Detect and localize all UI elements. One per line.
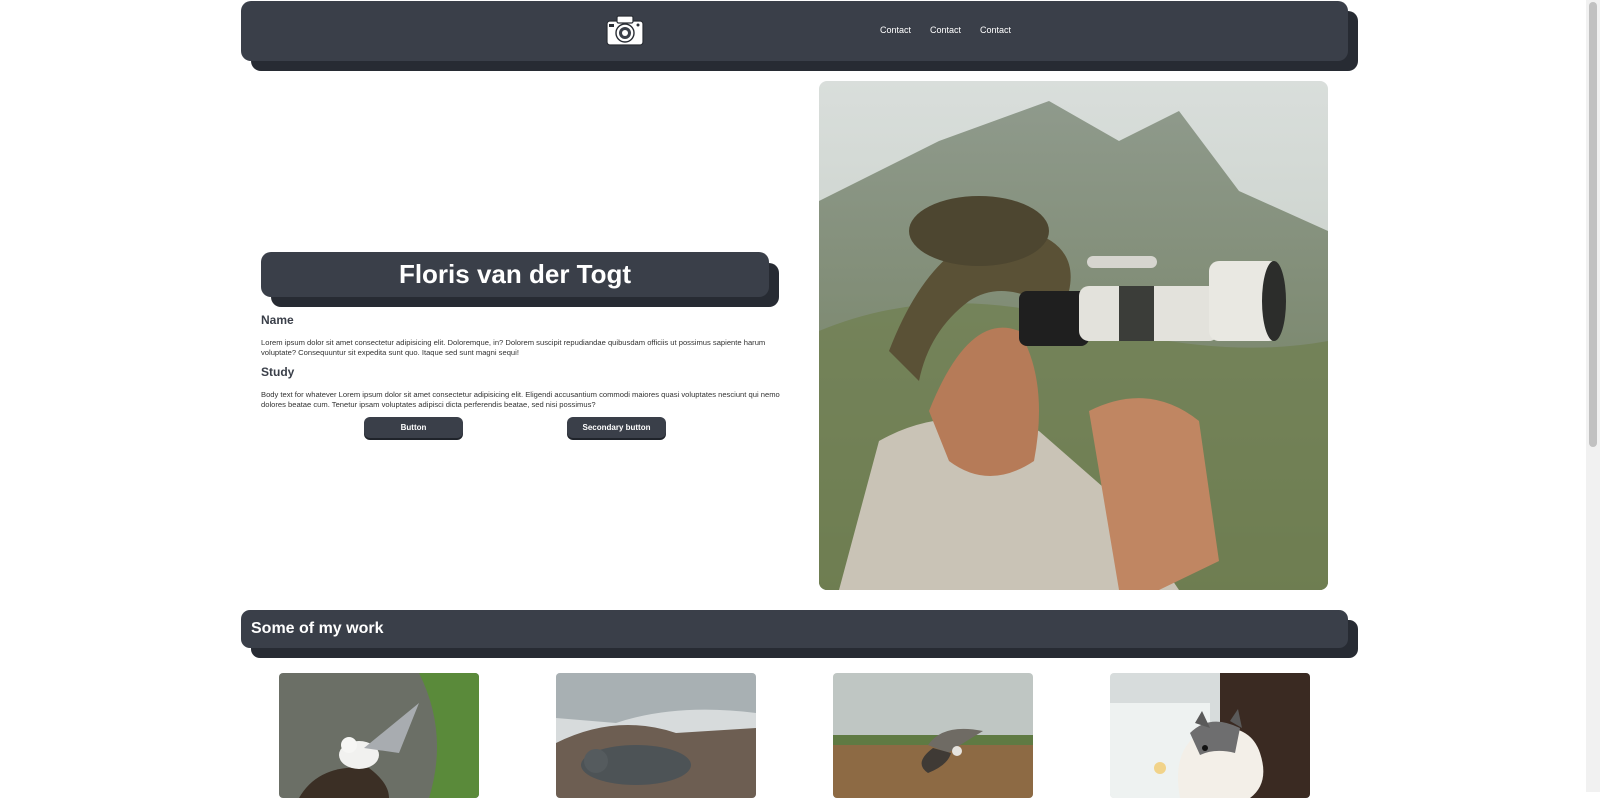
- work-thumbnail-seabird[interactable]: [279, 673, 479, 798]
- hero-photo-photographer: [819, 81, 1328, 590]
- work-heading: Some of my work: [251, 620, 384, 637]
- study-paragraph: Body text for whatever Lorem ipsum dolor…: [261, 390, 780, 409]
- page-scrollbar[interactable]: [1586, 0, 1600, 792]
- name-paragraph: Lorem ipsum dolor sit amet consectetur a…: [261, 338, 766, 357]
- hero-title-banner: Floris van der Togt: [261, 252, 769, 297]
- site-header: Contact Contact Contact: [241, 1, 1348, 61]
- hero-title: Floris van der Togt: [398, 259, 632, 289]
- primary-button[interactable]: Button: [364, 417, 463, 438]
- nav-link-contact-2[interactable]: Contact: [928, 25, 963, 35]
- camera-icon[interactable]: [605, 13, 645, 47]
- scrollbar-thumb[interactable]: [1589, 2, 1597, 447]
- work-thumbnail-bird-in-flight[interactable]: [833, 673, 1033, 798]
- work-heading-banner: Some of my work: [241, 610, 1348, 648]
- nav-link-contact-3[interactable]: Contact: [978, 25, 1013, 35]
- nav-link-contact-1[interactable]: Contact: [878, 25, 913, 35]
- work-thumbnail-dog[interactable]: [1110, 673, 1310, 798]
- name-heading: Name: [261, 313, 294, 327]
- study-heading: Study: [261, 365, 295, 379]
- work-thumbnail-seal[interactable]: [556, 673, 756, 798]
- secondary-button[interactable]: Secondary button: [567, 417, 666, 438]
- main-nav: Contact Contact Contact: [878, 25, 1013, 35]
